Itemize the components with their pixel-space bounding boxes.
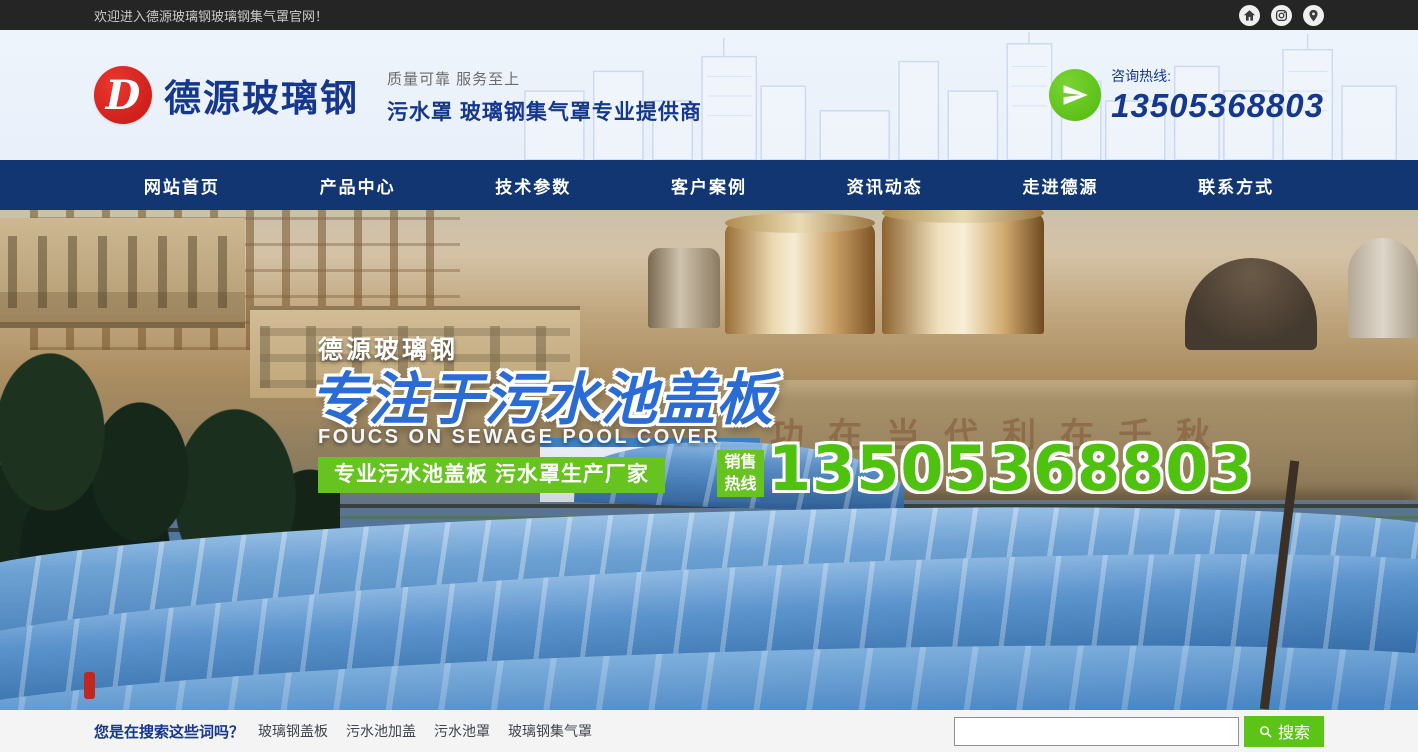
hotline-number: 13505368803 — [1111, 87, 1324, 125]
sales-phone-number: 13505368803 — [768, 432, 1254, 505]
main-nav: 网站首页 产品中心 技术参数 客户案例 资讯动态 走进德源 联系方式 — [0, 160, 1418, 210]
slogan-main: 污水罩 玻璃钢集气罩专业提供商 — [387, 96, 702, 126]
nav-item-about[interactable]: 走进德源 — [973, 160, 1149, 210]
page: 欢迎进入德源玻璃钢玻璃钢集气罩官网！ — [0, 0, 1418, 752]
slogan-small: 质量可靠 服务至上 — [387, 68, 702, 89]
location-icon[interactable] — [1303, 5, 1324, 26]
hero-tagline-badge: 专业污水池盖板 污水罩生产厂家 — [318, 457, 665, 493]
site-header: D 德源玻璃钢 质量可靠 服务至上 污水罩 玻璃钢集气罩专业提供商 咨询热线: … — [0, 30, 1418, 160]
search-question-label: 您是在搜索这些词吗？ — [94, 721, 244, 742]
sales-label-line1: 销售 — [724, 452, 756, 474]
fire-extinguisher-art — [84, 672, 95, 699]
keyword-link-3[interactable]: 污水池罩 — [434, 721, 490, 741]
nav-item-contact[interactable]: 联系方式 — [1148, 160, 1324, 210]
factory-building-art — [0, 218, 245, 328]
hotline-label: 咨询热线: — [1111, 66, 1324, 86]
nav-item-home[interactable]: 网站首页 — [94, 160, 270, 210]
company-logo[interactable]: D 德源玻璃钢 — [94, 66, 359, 124]
home-icon[interactable] — [1239, 5, 1260, 26]
nav-item-news[interactable]: 资讯动态 — [797, 160, 973, 210]
hero-headline: 专注于污水池盖板 — [310, 354, 774, 436]
header-slogan: 质量可靠 服务至上 污水罩 玻璃钢集气罩专业提供商 — [387, 64, 702, 126]
topbar-icons — [1239, 5, 1324, 26]
paper-plane-icon — [1049, 69, 1101, 121]
sales-hotline-badge: 销售 热线 — [717, 450, 764, 497]
search-button-label: 搜索 — [1278, 719, 1310, 743]
tank-art — [882, 212, 1044, 334]
hot-keywords: 玻璃钢盖板 污水池加盖 污水池罩 玻璃钢集气罩 — [258, 721, 592, 741]
search-icon — [1258, 724, 1273, 739]
search-input[interactable] — [954, 717, 1239, 746]
hero-subheadline: FOUCS ON SEWAGE POOL COVER — [318, 426, 720, 449]
instagram-icon[interactable] — [1271, 5, 1292, 26]
nav-item-cases[interactable]: 客户案例 — [621, 160, 797, 210]
keyword-link-4[interactable]: 玻璃钢集气罩 — [508, 721, 592, 741]
hero-banner: 功在当代利在千秋 德源玻璃钢 专注于污水池盖板 FOUCS ON SEWAGE … — [0, 210, 1418, 710]
logo-mark-icon: D — [94, 66, 152, 124]
nav-item-specs[interactable]: 技术参数 — [445, 160, 621, 210]
header-hotline: 咨询热线: 13505368803 — [1049, 66, 1324, 125]
search-group: 搜索 — [954, 716, 1324, 747]
keyword-search-bar: 您是在搜索这些词吗？ 玻璃钢盖板 污水池加盖 污水池罩 玻璃钢集气罩 搜索 — [0, 710, 1418, 752]
nav-item-products[interactable]: 产品中心 — [270, 160, 446, 210]
search-button[interactable]: 搜索 — [1244, 716, 1324, 747]
tank-art — [725, 222, 875, 334]
topbar: 欢迎进入德源玻璃钢玻璃钢集气罩官网！ — [0, 0, 1418, 30]
welcome-text: 欢迎进入德源玻璃钢玻璃钢集气罩官网！ — [94, 6, 328, 25]
keyword-link-1[interactable]: 玻璃钢盖板 — [258, 721, 328, 741]
tank-art — [1185, 258, 1317, 350]
keyword-link-2[interactable]: 污水池加盖 — [346, 721, 416, 741]
sales-label-line2: 热线 — [724, 474, 756, 496]
logo-text: 德源玻璃钢 — [164, 68, 359, 122]
tank-art — [1348, 238, 1418, 338]
tank-art — [648, 248, 720, 328]
